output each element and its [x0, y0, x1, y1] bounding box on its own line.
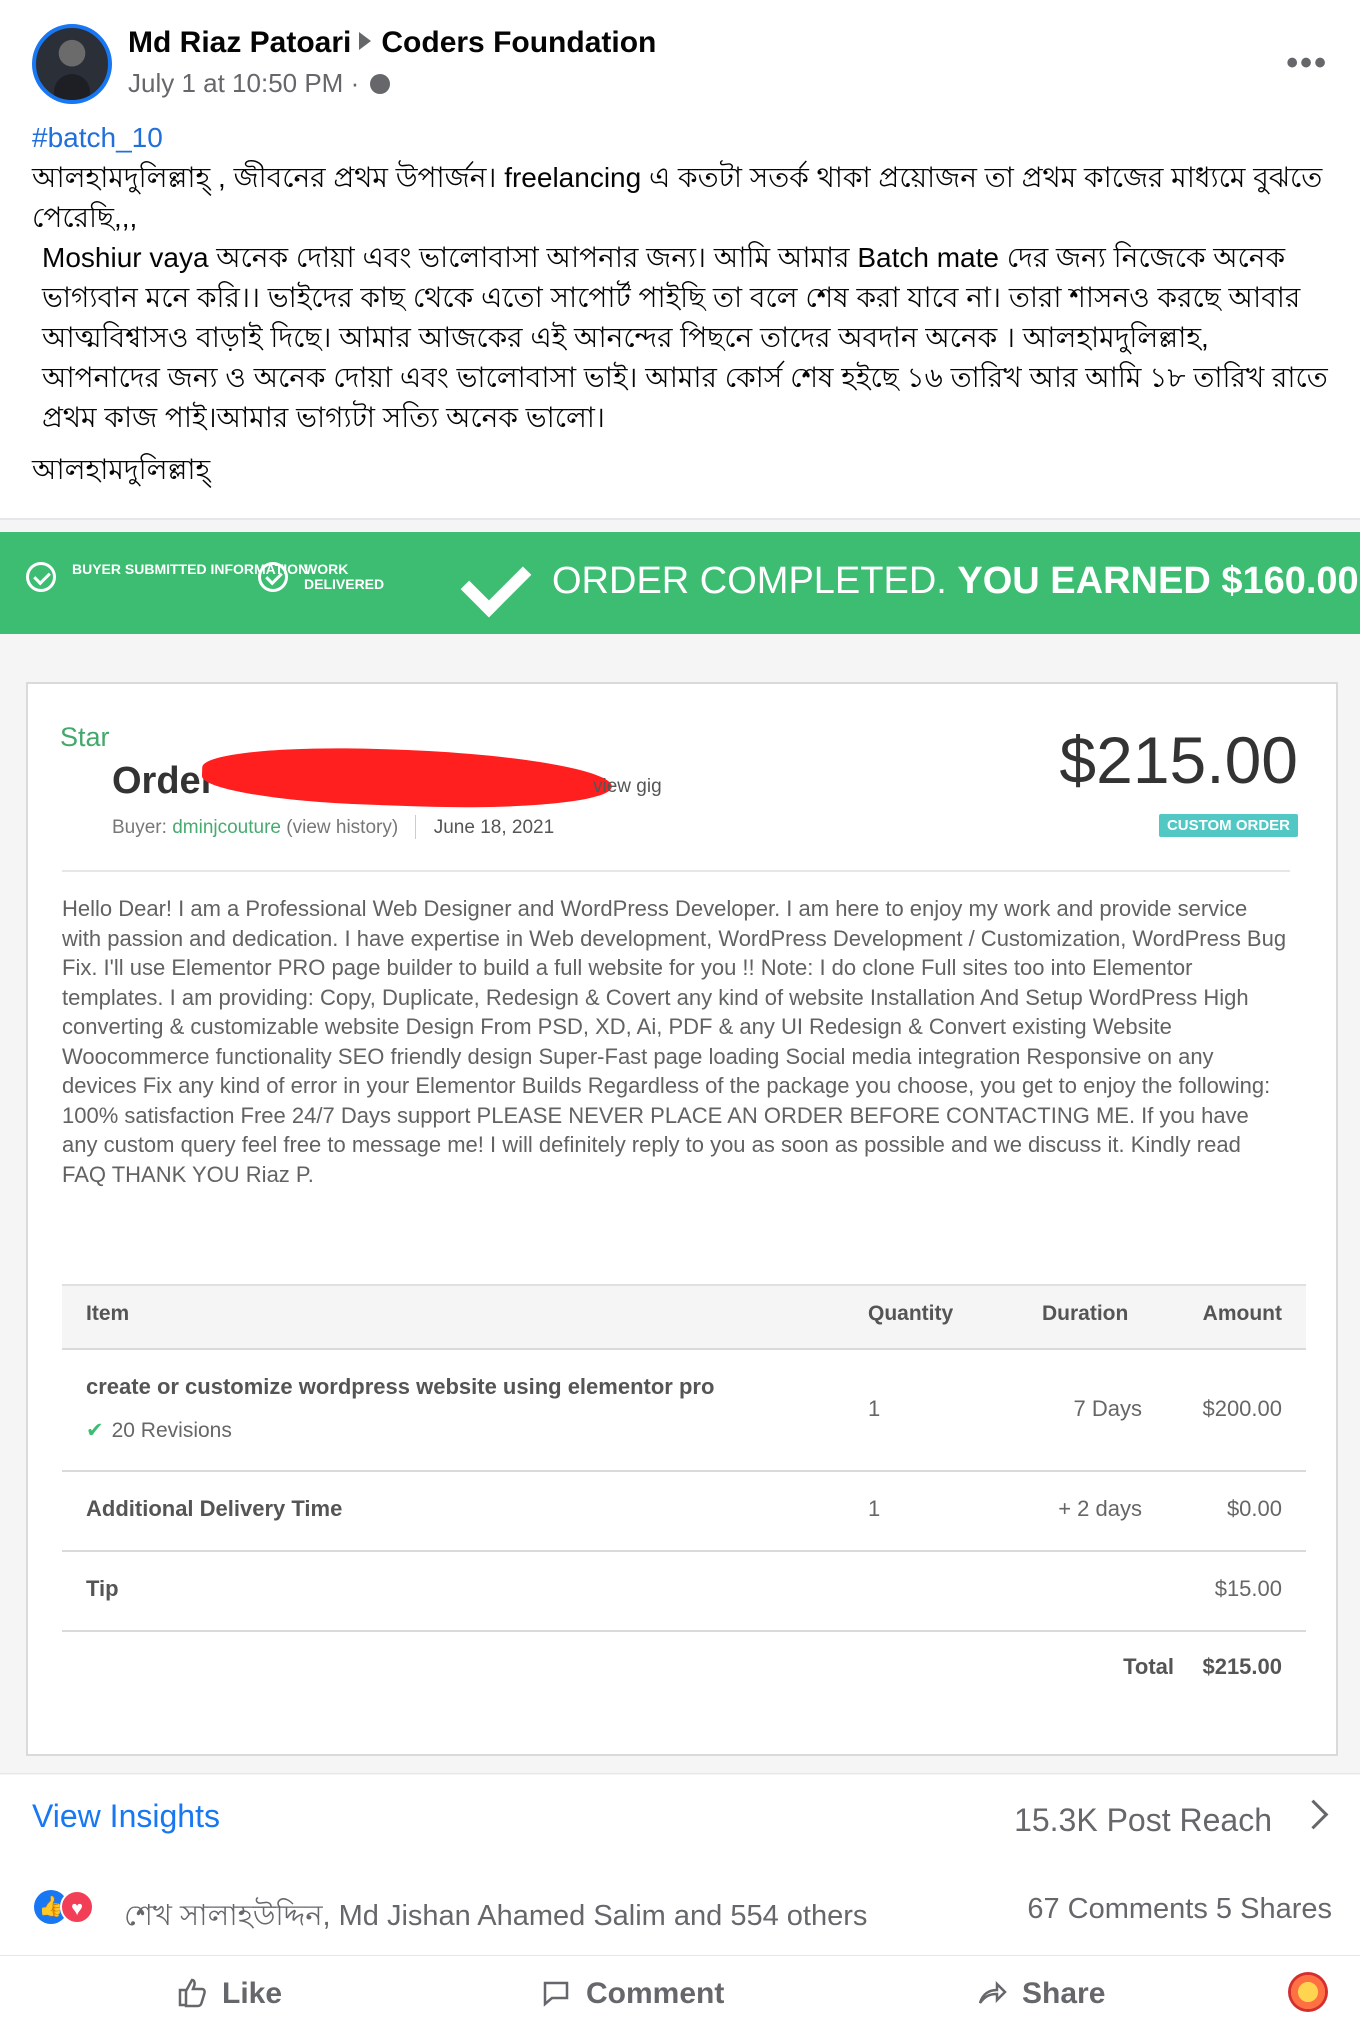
like-label: Like	[222, 1977, 283, 2010]
table-header: Item Quantity Duration Amount	[62, 1284, 1306, 1348]
comment-label: Comment	[586, 1977, 725, 2010]
post-insights-row: View Insights 15.3K Post Reach	[0, 1773, 1360, 1864]
order-completed-text: ORDER COMPLETED. YOU EARNED $160.00	[552, 560, 1359, 603]
comment-button[interactable]: Comment	[540, 1976, 724, 2011]
buyer-line: Buyer: dminjcouture (view history) June …	[112, 815, 554, 839]
shares-count[interactable]: 5 Shares	[1216, 1893, 1332, 1925]
post-timestamp[interactable]: July 1 at 10:50 PM	[128, 68, 343, 98]
post-author-line[interactable]: Md Riaz Patoari Coders Foundation	[128, 26, 656, 60]
order-title: Order	[112, 760, 216, 802]
buyer-prefix: Buyer:	[112, 817, 167, 838]
post-paragraph-1: আলহামদুলিল্লাহ্ , জীবনের প্রথম উপার্জন। …	[32, 162, 1323, 233]
post-text: #batch_10 আলহামদুলিল্লাহ্ , জীবনের প্রথম…	[32, 118, 1332, 490]
work-delivered-step: WORK DELIVERED	[258, 561, 404, 592]
group-name[interactable]: Coders Foundation	[381, 26, 656, 59]
order-completed-banner: BUYER SUBMITTED INFORMATION WORK DELIVER…	[0, 532, 1360, 634]
author-name[interactable]: Md Riaz Patoari	[128, 26, 351, 59]
total-label: Total	[1123, 1654, 1174, 1679]
duration-column-header: Duration	[1042, 1302, 1129, 1325]
additional-delivery-amount: $0.00	[1226, 1496, 1282, 1521]
additional-delivery-item: Additional Delivery Time	[86, 1496, 343, 1521]
reaction-names[interactable]: শেখ সালাহউদ্দিন, Md Jishan Ahamed Salim …	[124, 1893, 867, 1942]
comment-icon	[543, 1981, 569, 2007]
table-total-row: Total $215.00	[62, 1630, 1306, 1704]
post-paragraph-3: আলহামদুলিল্লাহ্	[32, 454, 211, 485]
amount-column-header: Amount	[1202, 1302, 1282, 1325]
main-item-duration: 7 Days	[1073, 1396, 1142, 1421]
post-paragraph-2: Moshiur vaya অনেক দোয়া এবং ভালোবাসা আপন…	[42, 242, 1328, 433]
like-button[interactable]: Like	[176, 1976, 282, 2011]
thumbs-up-icon	[178, 1978, 206, 2008]
share-label: Share	[1022, 1977, 1106, 2010]
order-completed-status: ORDER COMPLETED.	[552, 560, 947, 602]
star-label: Star	[60, 722, 110, 752]
view-gig-link[interactable]: view gig	[593, 776, 662, 798]
tip-item: Tip	[86, 1576, 119, 1601]
item-column-header: Item	[86, 1302, 130, 1325]
share-icon	[978, 1980, 1007, 2004]
author-avatar[interactable]	[32, 24, 112, 104]
order-items-table: Item Quantity Duration Amount create or …	[62, 1284, 1306, 1704]
group-arrow-icon	[359, 32, 372, 50]
table-row: create or customize wordpress website us…	[62, 1348, 1306, 1470]
post-actions: Like Comment Share	[0, 1955, 1360, 2034]
redacted-order-number	[201, 742, 613, 814]
order-date: June 18, 2021	[433, 817, 555, 838]
fiverr-order-screenshot[interactable]: BUYER SUBMITTED INFORMATION WORK DELIVER…	[0, 518, 1360, 1775]
meta-separator: ·	[350, 68, 360, 98]
revision-check-icon: ✔	[86, 1419, 104, 1442]
view-insights-link[interactable]: View Insights	[32, 1798, 220, 1835]
batch-hashtag[interactable]: #batch_10	[32, 118, 1332, 158]
buyer-date-divider	[415, 815, 417, 839]
globe-icon	[370, 74, 391, 94]
chevron-right-icon[interactable]	[1298, 1799, 1329, 1830]
reactions-summary: 👍 ♥ শেখ সালাহউদ্দিন, Md Jishan Ahamed Sa…	[32, 1888, 1332, 1934]
post-reach[interactable]: 15.3K Post Reach	[1014, 1802, 1272, 1839]
table-row: Additional Delivery Time 1 + 2 days $0.0…	[62, 1470, 1306, 1550]
work-delivered-label: WORK DELIVERED	[304, 561, 385, 592]
custom-order-badge: CUSTOM ORDER	[1158, 814, 1298, 837]
order-price: $215.00	[1059, 723, 1298, 797]
comments-shares-count: 67 Comments 5 Shares	[1027, 1893, 1332, 1926]
love-reaction-icon[interactable]: ♥	[60, 1890, 94, 1924]
main-item-name: create or customize wordpress website us…	[86, 1374, 715, 1399]
main-item-amount: $200.00	[1202, 1396, 1282, 1421]
share-button[interactable]: Share	[976, 1976, 1105, 2011]
revision-line: ✔ 20 Revisions	[86, 1418, 232, 1443]
quantity-column-header: Quantity	[868, 1302, 954, 1325]
comments-count[interactable]: 67 Comments	[1027, 1893, 1208, 1925]
buyer-name-link[interactable]: dminjcouture	[172, 817, 281, 838]
main-item-quantity: 1	[868, 1396, 881, 1421]
check-circle-icon	[258, 562, 288, 592]
order-description: Hello Dear! I am a Professional Web Desi…	[62, 870, 1290, 1189]
more-options-icon[interactable]: •••	[1286, 44, 1328, 83]
post-meta: July 1 at 10:50 PM ·	[128, 68, 391, 99]
order-details-card: Star Order view gig Buyer: dminjcouture …	[26, 682, 1338, 1756]
total-amount: $215.00	[1202, 1654, 1282, 1679]
view-history-link[interactable]: (view history)	[286, 817, 398, 838]
reaction-profile-avatar[interactable]	[1288, 1972, 1328, 2012]
check-circle-icon	[26, 562, 56, 592]
tip-amount: $15.00	[1214, 1576, 1282, 1601]
revision-count: 20 Revisions	[111, 1419, 232, 1442]
additional-delivery-quantity: 1	[868, 1496, 881, 1521]
earned-amount: YOU EARNED $160.00	[957, 560, 1359, 602]
table-row: Tip $15.00	[62, 1550, 1306, 1630]
additional-delivery-duration: + 2 days	[1058, 1496, 1142, 1521]
post-header: Md Riaz Patoari Coders Foundation July 1 …	[32, 24, 1328, 108]
completed-check-icon	[460, 546, 532, 618]
